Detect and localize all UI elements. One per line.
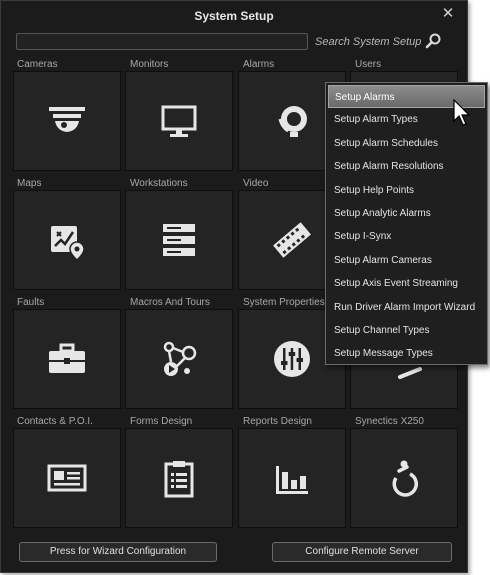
tile-workstations[interactable] — [125, 190, 233, 290]
tile-cameras[interactable] — [13, 71, 121, 171]
tile-label-faults: Faults — [17, 297, 45, 308]
search-hint: Search System Setup — [315, 36, 422, 48]
menu-item-setup-help-points[interactable]: Setup Help Points — [326, 179, 487, 202]
tile-label-alarms: Alarms — [243, 59, 275, 70]
contact-card-icon — [47, 464, 87, 492]
camera-icon — [49, 107, 85, 132]
tile-monitors[interactable] — [125, 71, 233, 171]
close-icon[interactable]: ✕ — [441, 6, 455, 21]
sliders-icon — [274, 341, 310, 377]
tile-label-users: Users — [355, 59, 382, 70]
menu-item-setup-channel-types[interactable]: Setup Channel Types — [326, 319, 487, 342]
tile-label-macros: Macros And Tours — [130, 297, 210, 308]
menu-item-setup-analytic-alarms[interactable]: Setup Analytic Alarms — [326, 202, 487, 225]
tile-reports-design[interactable] — [238, 428, 346, 528]
menu-item-setup-alarm-schedules[interactable]: Setup Alarm Schedules — [326, 132, 487, 155]
tile-contacts-poi[interactable] — [13, 428, 121, 528]
tile-label-video: Video — [243, 178, 269, 189]
tile-label-system-properties: System Properties — [243, 297, 325, 308]
tile-label-synectics: Synectics X250 — [355, 416, 424, 427]
server-icon — [163, 224, 195, 256]
tile-label-maps: Maps — [17, 178, 42, 189]
tile-label-reports-design: Reports Design — [243, 416, 312, 427]
menu-item-setup-i-synx[interactable]: Setup I-Synx — [326, 225, 487, 248]
search-icon[interactable] — [424, 32, 442, 50]
title-bar: System Setup ✕ — [1, 1, 467, 29]
mouse-cursor-icon — [453, 99, 471, 126]
tile-forms-design[interactable] — [125, 428, 233, 528]
tile-label-monitors: Monitors — [130, 59, 169, 70]
map-icon — [51, 226, 85, 261]
menu-item-setup-alarm-cameras[interactable]: Setup Alarm Cameras — [326, 249, 487, 272]
configure-remote-server-button[interactable]: Configure Remote Server — [272, 542, 452, 562]
tile-macros-and-tours[interactable] — [125, 309, 233, 409]
tile-label-forms-design: Forms Design — [130, 416, 193, 427]
tile-faults[interactable] — [13, 309, 121, 409]
tile-label-workstations: Workstations — [130, 178, 188, 189]
window-title: System Setup — [194, 9, 274, 23]
x250-icon — [392, 460, 418, 497]
menu-item-setup-message-types[interactable]: Setup Message Types — [326, 342, 487, 365]
menu-item-setup-axis-event-streaming[interactable]: Setup Axis Event Streaming — [326, 272, 487, 295]
menu-item-setup-alarm-resolutions[interactable]: Setup Alarm Resolutions — [326, 155, 487, 178]
menu-item-run-driver-alarm-import-wizard[interactable]: Run Driver Alarm Import Wizard — [326, 296, 487, 319]
wizard-configuration-button[interactable]: Press for Wizard Configuration — [19, 542, 217, 562]
bar-chart-icon — [276, 466, 308, 494]
tile-maps[interactable] — [13, 190, 121, 290]
film-icon — [273, 222, 311, 258]
tile-label-contacts: Contacts & P.O.I. — [17, 416, 93, 427]
bell-icon — [278, 106, 307, 137]
tile-synectics-x250[interactable] — [350, 428, 458, 528]
tile-label-cameras: Cameras — [17, 59, 58, 70]
monitor-icon — [161, 105, 197, 137]
toolbox-icon — [49, 343, 85, 373]
clipboard-icon — [164, 461, 194, 498]
tour-icon — [163, 341, 197, 376]
search-input[interactable] — [16, 33, 308, 50]
